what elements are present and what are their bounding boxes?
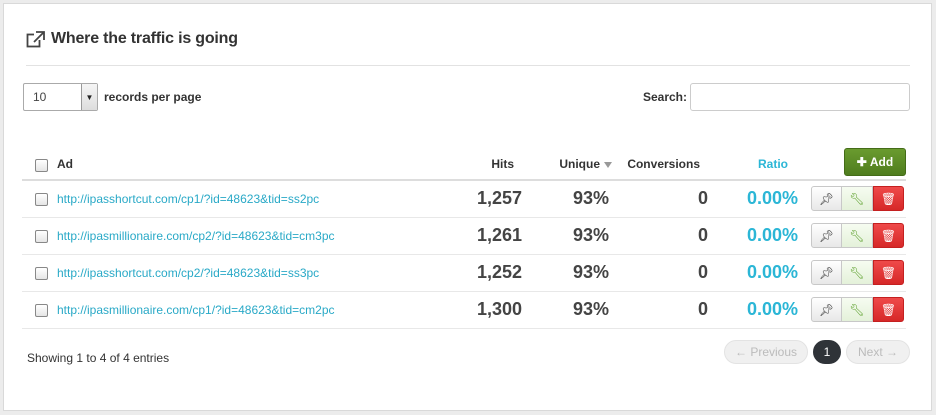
pin-button[interactable]: 📌︎ xyxy=(811,297,842,322)
search-input[interactable] xyxy=(690,83,910,111)
conversions-value: 0 xyxy=(697,262,708,282)
previous-page-button[interactable]: ← Previous xyxy=(724,340,808,364)
ad-link[interactable]: http://ipasshortcut.com/cp2/?id=48623&ti… xyxy=(57,266,319,280)
row-actions: 📌︎ 🔧︎ 🗑︎ xyxy=(811,260,904,285)
row-checkbox[interactable] xyxy=(35,304,48,317)
table-row: http://ipasshortcut.com/cp2/?id=48623&ti… xyxy=(22,255,906,292)
trash-icon: 🗑︎ xyxy=(880,265,897,280)
ad-link[interactable]: http://ipasshortcut.com/cp1/?id=48623&ti… xyxy=(57,192,319,206)
column-unique[interactable]: Unique xyxy=(559,157,612,171)
add-button[interactable]: ✚ Add xyxy=(844,148,906,176)
trash-icon: 🗑︎ xyxy=(880,302,897,317)
delete-button[interactable]: 🗑︎ xyxy=(873,186,904,211)
hits-value: 1,257 xyxy=(476,188,522,208)
row-actions: 📌︎ 🔧︎ 🗑︎ xyxy=(811,223,904,248)
wrench-icon: 🔧︎ xyxy=(849,191,865,206)
edit-button[interactable]: 🔧︎ xyxy=(842,297,873,322)
column-ad[interactable]: Ad xyxy=(57,157,73,171)
divider xyxy=(26,65,910,66)
table-header: Ad Hits Unique Conversions Ratio ✚ Add xyxy=(22,148,906,181)
pin-icon: 📌︎ xyxy=(818,228,835,243)
add-button-label: Add xyxy=(869,155,894,169)
external-link-icon xyxy=(26,30,45,47)
pin-button[interactable]: 📌︎ xyxy=(811,260,842,285)
table-row: http://ipasshortcut.com/cp1/?id=48623&ti… xyxy=(22,181,906,218)
records-per-page-value: 10 xyxy=(33,90,47,104)
pin-icon: 📌︎ xyxy=(818,191,835,206)
row-checkbox[interactable] xyxy=(35,193,48,206)
delete-button[interactable]: 🗑︎ xyxy=(873,223,904,248)
wrench-icon: 🔧︎ xyxy=(849,265,865,280)
delete-button[interactable]: 🗑︎ xyxy=(873,297,904,322)
wrench-icon: 🔧︎ xyxy=(849,302,865,317)
hits-value: 1,252 xyxy=(476,262,522,282)
edit-button[interactable]: 🔧︎ xyxy=(842,186,873,211)
next-page-button[interactable]: Next → xyxy=(846,340,910,364)
column-conversions[interactable]: Conversions xyxy=(627,157,700,171)
panel-header: Where the traffic is going xyxy=(26,30,238,48)
conversions-value: 0 xyxy=(697,225,708,245)
chevron-down-icon[interactable]: ▼ xyxy=(81,84,97,110)
records-per-page-label: records per page xyxy=(104,90,202,104)
edit-button[interactable]: 🔧︎ xyxy=(842,223,873,248)
wrench-icon: 🔧︎ xyxy=(849,228,865,243)
search-box: Search: xyxy=(643,83,910,111)
trash-icon: 🗑︎ xyxy=(880,228,897,243)
column-hits[interactable]: Hits xyxy=(491,157,514,171)
conversions-value: 0 xyxy=(697,299,708,319)
unique-value: 93% xyxy=(572,225,609,245)
sort-desc-icon xyxy=(604,161,612,168)
ad-link[interactable]: http://ipasmillionaire.com/cp1/?id=48623… xyxy=(57,303,335,317)
pin-icon: 📌︎ xyxy=(818,302,835,317)
hits-value: 1,261 xyxy=(476,225,522,245)
table-row: http://ipasmillionaire.com/cp1/?id=48623… xyxy=(22,292,906,329)
trash-icon: 🗑︎ xyxy=(880,191,897,206)
ratio-value: 0.00% xyxy=(746,262,798,282)
table-info: Showing 1 to 4 of 4 entries xyxy=(27,351,170,365)
conversions-value: 0 xyxy=(697,188,708,208)
select-all-checkbox[interactable] xyxy=(35,159,48,172)
table-row: http://ipasmillionaire.com/cp2/?id=48623… xyxy=(22,218,906,255)
unique-value: 93% xyxy=(572,299,609,319)
row-actions: 📌︎ 🔧︎ 🗑︎ xyxy=(811,186,904,211)
ratio-value: 0.00% xyxy=(746,225,798,245)
row-checkbox[interactable] xyxy=(35,230,48,243)
row-actions: 📌︎ 🔧︎ 🗑︎ xyxy=(811,297,904,322)
delete-button[interactable]: 🗑︎ xyxy=(873,260,904,285)
unique-value: 93% xyxy=(572,188,609,208)
hits-value: 1,300 xyxy=(476,299,522,319)
page-title: Where the traffic is going xyxy=(51,30,238,47)
edit-button[interactable]: 🔧︎ xyxy=(842,260,873,285)
ratio-value: 0.00% xyxy=(746,188,798,208)
page-1-button[interactable]: 1 xyxy=(813,340,841,364)
pagination: ← Previous 1 Next → xyxy=(724,340,910,364)
pin-button[interactable]: 📌︎ xyxy=(811,186,842,211)
records-per-page: 10 ▼ records per page xyxy=(23,83,201,111)
pin-button[interactable]: 📌︎ xyxy=(811,223,842,248)
unique-value: 93% xyxy=(572,262,609,282)
ad-link[interactable]: http://ipasmillionaire.com/cp2/?id=48623… xyxy=(57,229,335,243)
row-checkbox[interactable] xyxy=(35,267,48,280)
plus-icon: ✚ xyxy=(856,155,867,169)
ratio-value: 0.00% xyxy=(746,299,798,319)
pin-icon: 📌︎ xyxy=(818,265,835,280)
records-per-page-select[interactable]: 10 ▼ xyxy=(23,83,98,111)
column-ratio[interactable]: Ratio xyxy=(758,157,788,171)
column-unique-label: Unique xyxy=(559,157,600,171)
search-label: Search: xyxy=(642,90,687,104)
